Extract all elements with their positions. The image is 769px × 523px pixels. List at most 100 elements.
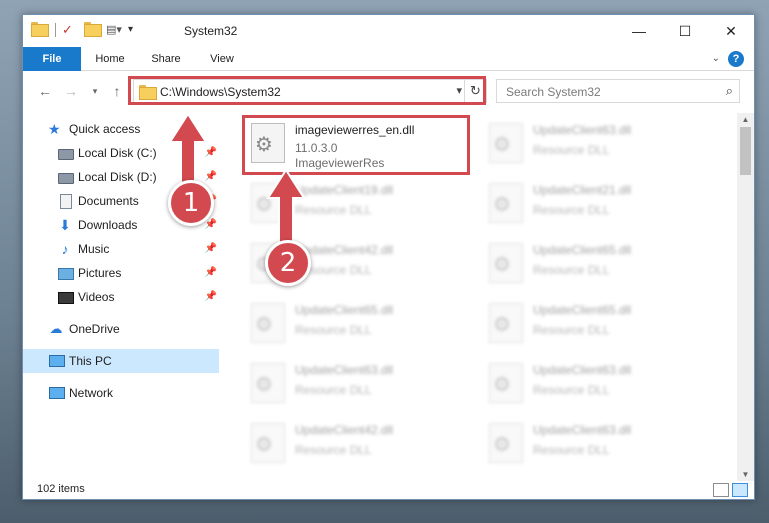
step-1-badge: 1: [168, 180, 214, 226]
file-name: UpdateClient19.dll: [295, 183, 394, 197]
videos-icon: [57, 289, 74, 305]
close-button[interactable]: ✕: [708, 15, 754, 47]
search-input[interactable]: Search System32: [506, 85, 601, 99]
minimize-button[interactable]: —: [616, 15, 662, 47]
file-item[interactable]: UpdateClient65.dll Resource DLL: [485, 237, 715, 295]
sidebar-item-pictures[interactable]: Pictures 📌: [23, 261, 219, 285]
documents-icon: [57, 193, 73, 209]
file-item[interactable]: UpdateClient63.dll Resource DLL: [485, 117, 715, 175]
file-item[interactable]: UpdateClient63.dll Resource DLL: [247, 357, 477, 415]
sidebar-item-label: This PC: [69, 354, 112, 368]
sidebar-item-music[interactable]: ♪ Music 📌: [23, 237, 219, 261]
file-name: UpdateClient63.dll: [533, 363, 632, 377]
large-icons-view-icon[interactable]: [732, 483, 748, 497]
sidebar-item-videos[interactable]: Videos 📌: [23, 285, 219, 309]
dll-file-icon: [489, 423, 523, 463]
properties-icon[interactable]: ✓: [62, 22, 80, 38]
details-view-icon[interactable]: [713, 483, 729, 497]
dll-file-icon: [489, 123, 523, 163]
file-item[interactable]: UpdateClient21.dll Resource DLL: [485, 177, 715, 235]
window-controls: — ☐ ✕: [616, 15, 754, 47]
sidebar-item-label: Local Disk (D:): [78, 170, 157, 184]
file-item[interactable]: UpdateClient63.dll Resource DLL: [485, 357, 715, 415]
sidebar-item-label: Quick access: [69, 122, 141, 136]
sidebar-item-this-pc[interactable]: This PC: [23, 349, 219, 373]
forward-arrow-icon[interactable]: →: [61, 81, 81, 101]
file-name: UpdateClient65.dll: [533, 303, 632, 317]
scroll-down-icon[interactable]: ▼: [737, 470, 754, 479]
file-name: UpdateClient65.dll: [295, 303, 394, 317]
customize-toolbar-icon[interactable]: ▤▾: [106, 22, 124, 38]
file-description: Resource DLL: [533, 263, 610, 277]
disk-icon: [57, 169, 74, 185]
file-description: Resource DLL: [533, 383, 610, 397]
file-item[interactable]: UpdateClient65.dll Resource DLL: [247, 297, 477, 355]
scroll-up-icon[interactable]: ▲: [737, 115, 754, 124]
star-icon: ★: [48, 121, 61, 137]
back-arrow-icon[interactable]: ←: [35, 81, 55, 101]
sidebar-item-onedrive[interactable]: ☁ OneDrive: [23, 317, 219, 341]
tab-home[interactable]: Home: [85, 47, 135, 71]
pin-icon[interactable]: 📌: [205, 291, 217, 302]
file-item[interactable]: UpdateClient63.dll Resource DLL: [485, 417, 715, 475]
search-box[interactable]: Search System32 ⌕: [496, 79, 740, 103]
view-toggle: [713, 483, 748, 497]
up-arrow-icon[interactable]: ↑: [107, 81, 127, 101]
dropdown-icon[interactable]: ▾: [128, 22, 146, 38]
file-item[interactable]: UpdateClient65.dll Resource DLL: [485, 297, 715, 355]
dll-file-icon: [489, 183, 523, 223]
disk-icon: [57, 145, 74, 161]
onedrive-icon: ☁: [49, 321, 63, 336]
quick-access-toolbar: ✓ ▤▾ ▾: [31, 22, 146, 38]
file-name: UpdateClient63.dll: [533, 423, 632, 437]
file-description: Resource DLL: [533, 443, 610, 457]
pin-icon[interactable]: 📌: [205, 147, 217, 158]
sidebar-item-label: Pictures: [78, 266, 122, 280]
file-name: UpdateClient63.dll: [295, 363, 394, 377]
dll-file-icon: [489, 303, 523, 343]
sidebar-item-label: OneDrive: [69, 322, 120, 336]
toolbar-divider: [55, 23, 56, 37]
pin-icon[interactable]: 📌: [205, 267, 217, 278]
scrollbar-thumb[interactable]: [740, 127, 751, 175]
expand-ribbon-icon[interactable]: ⌄: [712, 53, 720, 64]
vertical-scrollbar[interactable]: ▲ ▼: [737, 113, 754, 481]
sidebar-item-label: Documents: [78, 194, 139, 208]
file-item[interactable]: UpdateClient42.dll Resource DLL: [247, 417, 477, 475]
sidebar-item-quick-access[interactable]: ★ Quick access: [23, 117, 219, 141]
dll-file-icon: [251, 303, 285, 343]
sidebar-item-label: Downloads: [78, 218, 138, 232]
tab-file[interactable]: File: [23, 47, 81, 71]
sidebar-item-label: Network: [69, 386, 114, 400]
sidebar-item-network[interactable]: Network: [23, 381, 219, 405]
new-folder-icon[interactable]: [84, 22, 102, 38]
file-description: Resource DLL: [533, 203, 610, 217]
status-bar: 102 items: [23, 479, 754, 499]
file-name: UpdateClient63.dll: [533, 123, 632, 137]
sidebar-item-local-disk-c[interactable]: Local Disk (C:) 📌: [23, 141, 219, 165]
network-icon: [48, 385, 65, 401]
recent-locations-icon[interactable]: ▾: [85, 81, 105, 101]
maximize-button[interactable]: ☐: [662, 15, 708, 47]
tab-share[interactable]: Share: [141, 47, 191, 71]
dll-file-icon: [251, 363, 285, 403]
step-2-badge: 2: [265, 240, 311, 286]
file-description: Resource DLL: [295, 443, 372, 457]
help-icon[interactable]: ?: [728, 51, 744, 67]
search-icon[interactable]: ⌕: [726, 83, 733, 99]
file-item[interactable]: UpdateClient19.dll Resource DLL: [247, 177, 477, 235]
file-description: Resource DLL: [295, 383, 372, 397]
pin-icon[interactable]: 📌: [205, 171, 217, 182]
pin-icon[interactable]: 📌: [205, 243, 217, 254]
file-name: UpdateClient21.dll: [533, 183, 632, 197]
sidebar-item-label: Music: [78, 242, 110, 256]
sidebar-item-label: Local Disk (C:): [78, 146, 157, 160]
file-name: UpdateClient42.dll: [295, 423, 394, 437]
dll-file-icon: [251, 183, 285, 223]
title-bar: ✓ ▤▾ ▾ System32 — ☐ ✕: [23, 15, 754, 47]
pin-icon[interactable]: 📌: [205, 219, 217, 230]
tab-view[interactable]: View: [199, 47, 245, 71]
folder-icon[interactable]: [31, 22, 49, 38]
navigation-pane: ★ Quick access Local Disk (C:) 📌 Local D…: [23, 113, 219, 463]
dll-file-icon: [489, 363, 523, 403]
